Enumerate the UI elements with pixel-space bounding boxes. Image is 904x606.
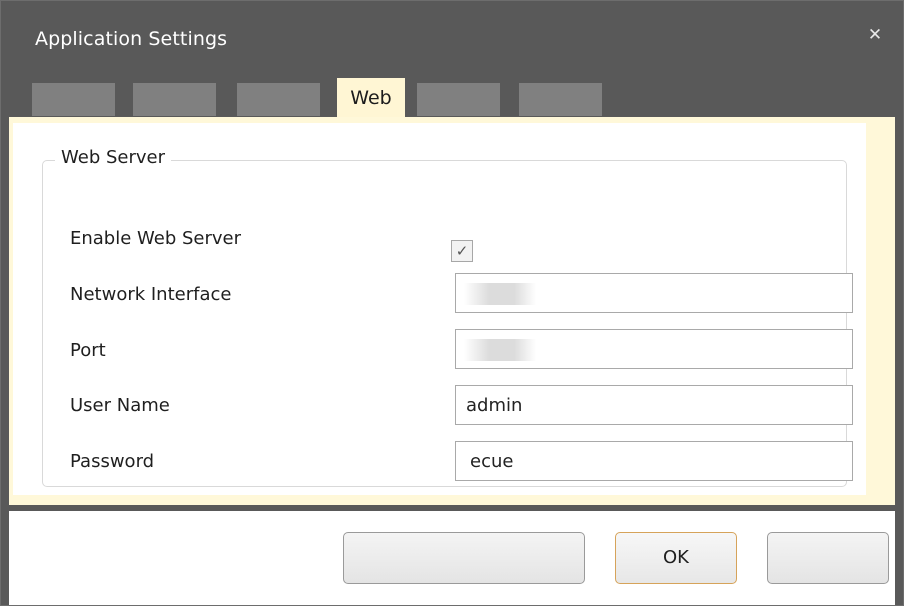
application-settings-window: Application Settings ✕ Web Web Server En… (0, 0, 904, 606)
ok-button[interactable]: OK (615, 532, 737, 584)
tab-web-label: Web (350, 87, 392, 109)
tab-5[interactable] (417, 83, 500, 116)
close-icon[interactable]: ✕ (863, 23, 887, 47)
tab-content-panel: Web Server Enable Web Server ✓ Network I… (9, 117, 895, 505)
title-bar: Application Settings ✕ (1, 1, 903, 71)
web-server-group-label: Web Server (55, 147, 171, 168)
user-name-field[interactable]: admin (455, 385, 853, 425)
network-interface-label: Network Interface (70, 284, 232, 305)
user-name-label: User Name (70, 395, 170, 416)
redacted-value (464, 283, 536, 305)
tab-1[interactable] (32, 83, 115, 116)
enable-web-server-checkbox[interactable]: ✓ (451, 240, 473, 262)
tab-web[interactable]: Web (337, 78, 405, 118)
window-title: Application Settings (35, 28, 228, 50)
port-field[interactable] (455, 329, 853, 369)
web-server-group: Web Server Enable Web Server ✓ Network I… (42, 147, 853, 487)
port-label: Port (70, 340, 106, 361)
network-interface-field[interactable] (455, 273, 853, 313)
enable-web-server-label: Enable Web Server (70, 228, 242, 249)
tab-content-inner: Web Server Enable Web Server ✓ Network I… (13, 123, 866, 495)
dialog-footer: OK (9, 511, 895, 605)
checkbox-checked-icon: ✓ (455, 242, 469, 260)
tab-2[interactable] (133, 83, 216, 116)
secondary-button[interactable] (343, 532, 585, 584)
password-field[interactable]: ecue (455, 441, 853, 481)
password-label: Password (70, 451, 155, 472)
tab-strip: Web (1, 71, 903, 118)
cancel-button[interactable] (767, 532, 889, 584)
tab-3[interactable] (237, 83, 320, 116)
tab-6[interactable] (519, 83, 602, 116)
redacted-value (464, 339, 536, 361)
